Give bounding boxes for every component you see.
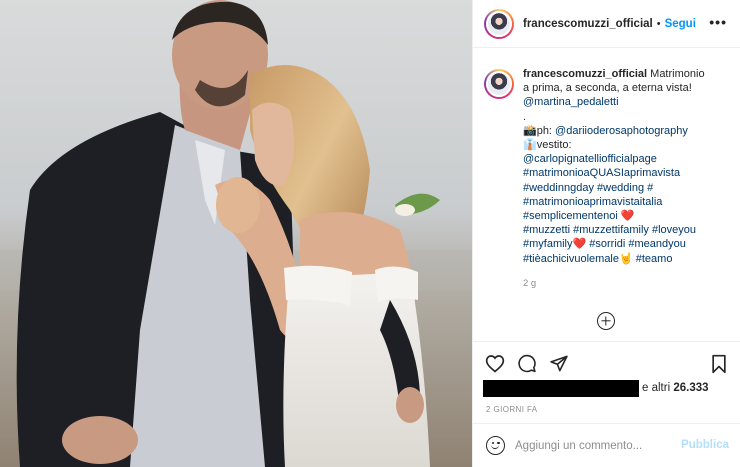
caption: francescomuzzi_official Matrimonio a pri…: [484, 67, 734, 312]
caption-avatar[interactable]: [484, 69, 514, 99]
caption-hashtag[interactable]: #matrimonioaprimavistaitalia: [523, 195, 728, 209]
post-photo[interactable]: [0, 0, 472, 467]
caption-hashtag[interactable]: #semplicementenoi: [523, 210, 621, 222]
share-icon[interactable]: [549, 354, 569, 373]
caption-hashtag[interactable]: #tièachicivuolemale: [523, 253, 619, 265]
caption-mention[interactable]: @martina_pedaletti: [523, 95, 728, 109]
header-username[interactable]: francescomuzzi_official: [523, 18, 653, 30]
bookmark-icon[interactable]: [710, 354, 728, 374]
caption-text: Matrimonio: [650, 68, 705, 80]
caption-line: francescomuzzi_official Matrimonio: [523, 67, 728, 81]
caption-mention[interactable]: @dariioderosaphotography: [555, 125, 688, 137]
avatar[interactable]: [484, 8, 514, 39]
smile-icon[interactable]: [486, 436, 505, 455]
plus-circle-icon[interactable]: [597, 312, 615, 330]
caption-line: 👔vestito:: [523, 139, 572, 152]
caption-body: francescomuzzi_official Matrimonio a pri…: [523, 67, 728, 312]
caption-line: #semplicementenoi ❤️: [523, 209, 728, 223]
heart-icon[interactable]: [485, 354, 505, 373]
header-separator: •: [656, 17, 661, 30]
action-bar: [473, 341, 740, 381]
caption-username[interactable]: francescomuzzi_official: [523, 68, 647, 80]
rock-emoji-icon: 🤘: [619, 252, 633, 265]
caption-time: 2 g: [523, 277, 537, 289]
caption-hashtag[interactable]: #muzzetti #muzzettifamily #loveyou: [523, 223, 728, 237]
follow-button[interactable]: Segui: [665, 18, 696, 30]
caption-line: #tièachicivuolemale🤘 #teamo: [523, 252, 728, 266]
comment-input[interactable]: [515, 439, 685, 452]
wedding-photo-illustration: [0, 0, 472, 467]
caption-hashtag[interactable]: #matrimonioaQUASIaprimavista: [523, 166, 728, 180]
heart-emoji-icon: ❤️: [572, 238, 587, 251]
caption-line: .: [523, 110, 527, 123]
caption-text: 📸ph:: [523, 124, 556, 137]
likes-number: 26.333: [673, 382, 709, 394]
post-side-panel: francescomuzzi_official • Segui ••• fran…: [472, 0, 740, 467]
post-date: 2 GIORNI FA: [486, 405, 538, 414]
comment-bar: Pubblica: [473, 423, 740, 467]
caption-line: 📸ph: @dariioderosaphotography: [523, 124, 728, 138]
heart-emoji-icon: ❤️: [620, 210, 635, 223]
likes-count[interactable]: e altri 26.333: [642, 382, 709, 394]
caption-hashtag[interactable]: #myfamily: [523, 238, 573, 250]
caption-line: a prima, a seconda, a eterna vista!: [523, 82, 692, 95]
publish-button[interactable]: Pubblica: [681, 439, 729, 451]
likes-row: e altri 26.333: [483, 379, 709, 397]
redacted-block: [483, 379, 639, 397]
likes-prefix: e altri: [642, 382, 674, 394]
caption-line: #myfamily❤️ #sorridi #meandyou: [523, 237, 728, 251]
post-header: francescomuzzi_official • Segui •••: [473, 0, 740, 48]
caption-hashtag[interactable]: #weddinngday #wedding #: [523, 181, 728, 195]
more-options-icon[interactable]: •••: [709, 14, 727, 30]
caption-hashtag[interactable]: #sorridi #meandyou: [586, 238, 686, 250]
comment-icon[interactable]: [517, 354, 537, 373]
caption-mention[interactable]: @carlopignatelliofficialpage: [523, 152, 728, 166]
caption-hashtag[interactable]: #teamo: [633, 253, 673, 265]
